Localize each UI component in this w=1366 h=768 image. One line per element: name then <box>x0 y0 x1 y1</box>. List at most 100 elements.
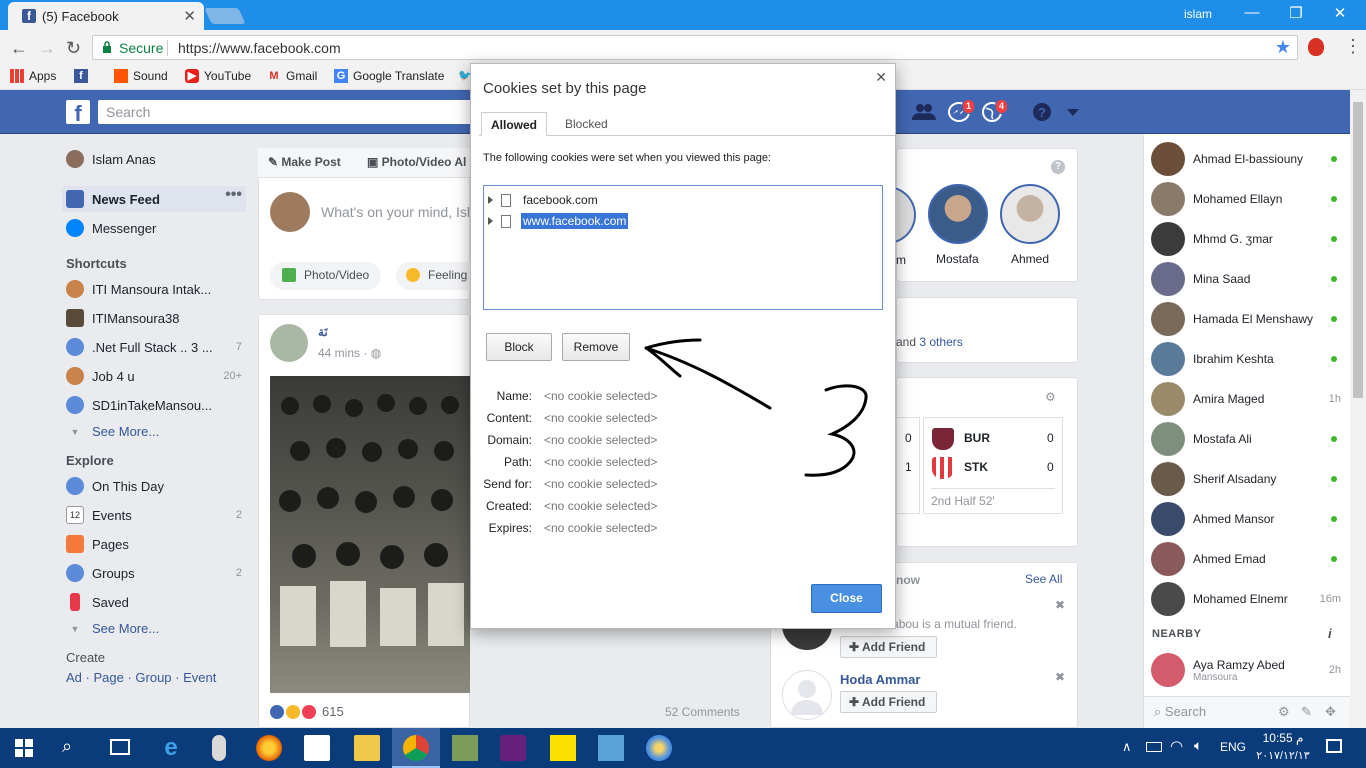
post-author[interactable]: نَة <box>318 325 328 339</box>
chat-search-input[interactable]: ⌕ Search <box>1154 704 1206 720</box>
close-button[interactable]: Close <box>811 584 882 613</box>
chat-contact[interactable]: Ahmad El-bassiouny <box>1151 139 1341 179</box>
make-post-tab[interactable]: ✎ Make Post <box>268 155 341 169</box>
expand-arrow-icon[interactable] <box>488 217 493 225</box>
chrome-icon[interactable] <box>403 735 429 761</box>
nearby-contact[interactable]: Aya Ramzy Abed Mansoura 2h <box>1151 650 1341 690</box>
paint-icon[interactable] <box>646 735 672 761</box>
bookmark-apps[interactable]: Apps <box>10 69 56 83</box>
add-friend-button[interactable]: ✚ Add Friend <box>840 636 937 658</box>
remote-desktop-icon[interactable] <box>598 735 624 761</box>
language-indicator[interactable]: ENG <box>1220 740 1246 754</box>
shortcut-item[interactable]: .Net Full Stack .. 3 ... 7 <box>66 338 242 356</box>
photo-video-button[interactable]: Photo/Video <box>270 262 382 290</box>
post-author-avatar[interactable] <box>270 324 308 362</box>
chat-contact[interactable]: Mohamed Ellayn <box>1151 179 1341 219</box>
shortcut-item[interactable]: ITI Mansoura Intak... <box>66 280 242 298</box>
sticky-notes-icon[interactable] <box>550 735 576 761</box>
windows-start-icon[interactable] <box>15 739 33 757</box>
status-input[interactable]: What's on your mind, Isl <box>321 204 470 220</box>
group-chat-icon[interactable]: ✥ <box>1325 704 1336 720</box>
bookmark-gmail[interactable]: M Gmail <box>267 69 317 83</box>
others-link[interactable]: 3 others <box>919 335 962 349</box>
battery-icon[interactable] <box>1146 742 1162 752</box>
address-bar[interactable]: Secure https://www.facebook.com ★ <box>92 35 1298 60</box>
action-center-icon[interactable] <box>1326 739 1342 753</box>
chat-contact[interactable]: Mina Saad <box>1151 259 1341 299</box>
new-tab-button[interactable] <box>204 8 246 24</box>
expand-arrow-icon[interactable] <box>488 196 493 204</box>
chat-settings-icon[interactable]: ⚙ <box>1278 704 1290 720</box>
reload-icon[interactable]: ↻ <box>66 38 81 59</box>
see-all-link[interactable]: See All <box>1025 572 1062 586</box>
tray-chevron-icon[interactable]: ∧ <box>1122 739 1132 755</box>
close-window-button[interactable]: ✕ <box>1330 4 1350 22</box>
tab-allowed[interactable]: Allowed <box>481 112 548 136</box>
maximize-button[interactable]: ❐ <box>1286 4 1306 22</box>
explore-item[interactable]: Saved <box>66 593 242 611</box>
story-avatar[interactable] <box>928 184 988 244</box>
clock-time[interactable]: 10:55 م <box>1258 731 1308 745</box>
shortcut-item[interactable]: ITIMansoura38 <box>66 309 242 327</box>
shortcut-item[interactable]: SD1inTakeMansou... <box>66 396 242 414</box>
visual-studio-icon[interactable] <box>500 735 526 761</box>
chat-contact[interactable]: Sherif Alsadany <box>1151 459 1341 499</box>
firefox-icon[interactable] <box>256 735 282 761</box>
volume-icon[interactable]: 🔈︎ <box>1194 737 1202 754</box>
chat-contact[interactable]: Amira Maged 1h <box>1151 379 1341 419</box>
settings-gear-icon[interactable]: ⚙ <box>1045 390 1056 404</box>
facebook-search-input[interactable]: Search <box>98 100 478 124</box>
friend-requests-icon[interactable] <box>912 102 936 122</box>
url-text[interactable]: https://www.facebook.com <box>178 40 341 56</box>
edge-icon[interactable]: e <box>158 735 184 761</box>
compose-icon[interactable]: ✎ <box>1301 704 1312 720</box>
scrollbar-thumb[interactable] <box>1353 102 1363 398</box>
shortcut-item[interactable]: Job 4 u 20+ <box>66 367 242 385</box>
bookmark-google-translate[interactable]: G Google Translate <box>334 69 444 83</box>
dismiss-icon[interactable]: ✖ <box>1055 670 1065 684</box>
tab-blocked[interactable]: Blocked <box>556 112 617 136</box>
help-circle-icon[interactable]: ? <box>1051 160 1065 174</box>
chat-contact[interactable]: Hamada El Menshawy <box>1151 299 1341 339</box>
minimize-button[interactable]: — <box>1242 4 1262 21</box>
chat-contact[interactable]: Mohamed Elnemr 16m <box>1151 579 1341 619</box>
see-more-shortcuts-link[interactable]: ▼ See More... <box>66 424 160 439</box>
dialog-close-icon[interactable]: ✕ <box>875 69 887 86</box>
post-reactions[interactable]: 615 <box>270 704 344 719</box>
create-group-link[interactable]: Group <box>135 670 171 685</box>
task-view-icon[interactable] <box>110 739 130 755</box>
account-dropdown-icon[interactable] <box>1067 109 1079 116</box>
tools-icon[interactable] <box>452 735 478 761</box>
explore-item[interactable]: 12 Events 2 <box>66 506 242 524</box>
search-icon[interactable]: ⌕ <box>62 736 72 757</box>
chat-contact[interactable]: Mostafa Ali <box>1151 419 1341 459</box>
tab-close-icon[interactable]: ✕ <box>183 7 196 25</box>
cookie-tree[interactable]: facebook.com www.facebook.com <box>483 185 883 310</box>
explore-item[interactable]: Groups 2 <box>66 564 242 582</box>
nav-messenger[interactable]: Messenger <box>66 219 156 237</box>
tree-node-facebook[interactable]: facebook.com <box>488 192 600 208</box>
photo-album-tab[interactable]: ▣ Photo/Video Al <box>367 155 466 169</box>
explore-item[interactable]: Pages <box>66 535 242 553</box>
file-explorer-icon[interactable] <box>354 735 380 761</box>
bookmark-facebook[interactable]: f <box>74 69 88 83</box>
bookmark-youtube[interactable]: ▶ YouTube <box>185 69 251 83</box>
dismiss-icon[interactable]: ✖ <box>1055 598 1065 612</box>
facebook-logo-icon[interactable]: f <box>66 100 90 126</box>
bookmark-sound[interactable]: Sound <box>114 69 168 83</box>
forward-icon[interactable]: → <box>38 38 56 59</box>
microphone-icon[interactable] <box>212 735 226 761</box>
more-options-icon[interactable]: ••• <box>225 186 242 204</box>
menu-icon[interactable]: ⋮ <box>1344 36 1362 57</box>
wifi-icon[interactable]: ◠ <box>1170 737 1183 755</box>
nav-news-feed[interactable]: News Feed ••• <box>66 186 242 208</box>
store-icon[interactable] <box>304 735 330 761</box>
story-avatar[interactable] <box>1000 184 1060 244</box>
page-scrollbar[interactable] <box>1350 90 1366 728</box>
add-friend-button[interactable]: ✚ Add Friend <box>840 691 937 713</box>
chat-contact[interactable]: Ibrahim Keshta <box>1151 339 1341 379</box>
block-button[interactable]: Block <box>486 333 552 361</box>
help-icon[interactable]: ? <box>1032 102 1056 122</box>
remove-button[interactable]: Remove <box>562 333 630 361</box>
bookmark-star-icon[interactable]: ★ <box>1275 37 1291 58</box>
